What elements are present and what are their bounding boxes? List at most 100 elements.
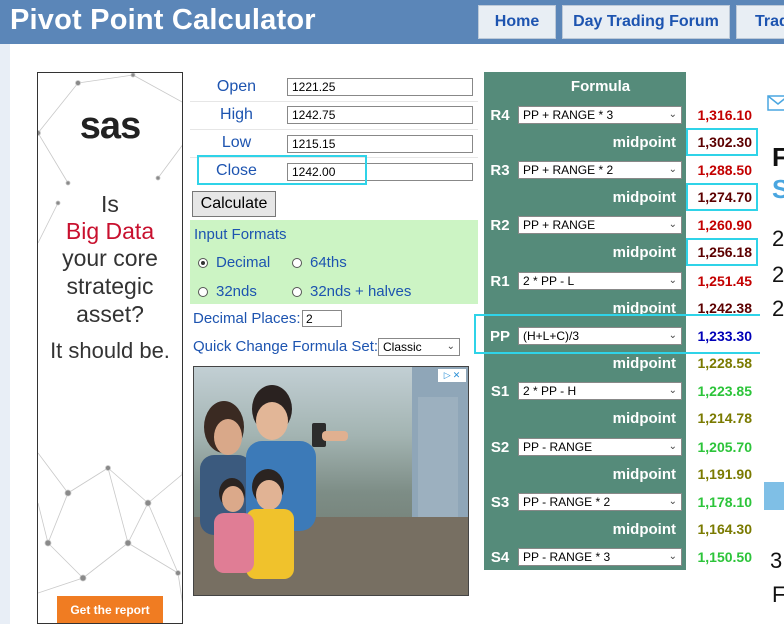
ad-left-banner[interactable]: sas Is Big Data your core strategic asse…: [37, 72, 183, 624]
ad-right-text: F: [772, 582, 784, 607]
close-input[interactable]: [287, 163, 473, 181]
ad-line-3: your core: [62, 245, 158, 271]
ad-right-text: 2: [772, 262, 784, 287]
site-title: Pivot Point Calculator: [10, 4, 316, 36]
low-label: Low: [221, 134, 252, 151]
level-value-r1: 1,251.45: [686, 268, 754, 294]
level-value-s3: 1,178.10: [686, 489, 754, 515]
chevron-down-icon: ⌄: [668, 385, 677, 396]
formula-select-r1[interactable]: 2 * PP - L ⌄: [518, 272, 682, 290]
input-formats-title: Input Formats: [194, 226, 287, 243]
chevron-down-icon: ⌄: [446, 341, 455, 352]
chevron-down-icon: ⌄: [668, 109, 677, 120]
ad-line-5: asset?: [76, 301, 144, 327]
high-input[interactable]: [287, 106, 473, 124]
midpoint-label: midpoint: [612, 299, 676, 317]
ad-right-image: [764, 482, 784, 510]
ad-right-text: S: [772, 174, 784, 204]
level-value-s1: 1,223.85: [686, 378, 754, 404]
formula-set-label: Quick Change Formula Set:: [193, 338, 379, 355]
level-label-r4: R4: [490, 106, 510, 124]
midpoint-value: 1,242.38: [686, 296, 754, 320]
formula-select-s3[interactable]: PP - RANGE * 2 ⌄: [518, 493, 682, 511]
level-label-s4: S4: [490, 548, 510, 566]
radio-selected-icon: [198, 257, 208, 268]
formula-set-select[interactable]: Classic ⌄: [378, 338, 460, 356]
formula-select-s2[interactable]: PP - RANGE ⌄: [518, 438, 682, 456]
level-label-pp: PP: [489, 327, 510, 345]
midpoint-label: midpoint: [612, 133, 676, 151]
open-label: Open: [216, 78, 257, 95]
level-value-s4: 1,150.50: [686, 544, 754, 570]
ad-line-6: It should be.: [50, 338, 170, 363]
nav-trading[interactable]: Trad: [736, 5, 784, 39]
midpoint-label: midpoint: [612, 465, 676, 483]
ad-right-banner[interactable]: F S 2 2 2 3 F: [760, 72, 784, 624]
sas-logo: sas: [79, 105, 141, 147]
ad-line-4: strategic: [66, 273, 154, 299]
ad-photo-banner[interactable]: ▷ ✕: [193, 366, 469, 596]
family-selfie-image: [194, 367, 468, 595]
midpoint-value: 1,274.70: [686, 185, 754, 209]
midpoint-value: 1,164.30: [686, 517, 754, 541]
radio-32nds-halves[interactable]: 32nds + halves: [292, 283, 411, 300]
nav-day-trading-forum[interactable]: Day Trading Forum: [562, 5, 730, 39]
ad-line-2: Big Data: [65, 218, 155, 244]
close-label: Close: [216, 162, 257, 179]
mail-icon: [767, 95, 784, 111]
midpoint-label: midpoint: [612, 243, 676, 261]
ad-right-text: 2: [772, 296, 784, 321]
radio-64ths[interactable]: 64ths: [292, 254, 347, 271]
adchoices-icon: ▷: [443, 370, 451, 380]
decimal-places-label: Decimal Places:: [193, 310, 301, 327]
formula-select-s1[interactable]: 2 * PP - H ⌄: [518, 382, 682, 400]
formula-select-r4[interactable]: PP + RANGE * 3 ⌄: [518, 106, 682, 124]
level-label-r1: R1: [490, 272, 510, 290]
ad-right-text: 3: [770, 548, 783, 573]
low-input[interactable]: [287, 135, 473, 153]
ad-line-1: Is: [101, 191, 119, 217]
midpoint-label: midpoint: [612, 354, 676, 372]
level-label-s3: S3: [490, 493, 510, 511]
adchoices-badge[interactable]: ▷ ✕: [438, 369, 466, 382]
get-report-button[interactable]: Get the report: [57, 596, 163, 623]
ad-right-text: 2: [772, 226, 784, 251]
close-icon: ✕: [452, 370, 461, 380]
level-label-s2: S2: [490, 438, 510, 456]
level-value-r2: 1,260.90: [686, 212, 754, 238]
main-content: sas Is Big Data your core strategic asse…: [10, 44, 784, 624]
formula-select-s4[interactable]: PP - RANGE * 3 ⌄: [518, 548, 682, 566]
radio-icon: [292, 286, 302, 297]
level-label-s1: S1: [490, 382, 510, 400]
chevron-down-icon: ⌄: [668, 219, 677, 230]
radio-icon: [292, 257, 302, 268]
radio-32nds[interactable]: 32nds: [198, 283, 257, 300]
chevron-down-icon: ⌄: [668, 496, 677, 507]
midpoint-value: 1,191.90: [686, 462, 754, 486]
midpoint-value: 1,302.30: [686, 130, 754, 154]
midpoint-label: midpoint: [612, 188, 676, 206]
level-value-r3: 1,288.50: [686, 157, 754, 183]
level-label-r2: R2: [490, 216, 510, 234]
open-input[interactable]: [287, 78, 473, 96]
chevron-down-icon: ⌄: [668, 441, 677, 452]
midpoint-value: 1,256.18: [686, 240, 754, 264]
chevron-down-icon: ⌄: [668, 275, 677, 286]
calculate-button[interactable]: Calculate: [192, 191, 276, 217]
midpoint-label: midpoint: [612, 409, 676, 427]
chevron-down-icon: ⌄: [668, 330, 677, 341]
ad-right-text: F: [772, 142, 784, 172]
formula-header: Formula: [570, 77, 631, 95]
decimal-places-input[interactable]: [302, 310, 342, 327]
formula-select-pp[interactable]: (H+L+C)/3 ⌄: [518, 327, 682, 345]
nav-home[interactable]: Home: [478, 5, 556, 39]
midpoint-value: 1,214.78: [686, 406, 754, 430]
midpoint-label: midpoint: [612, 520, 676, 538]
midpoint-value: 1,228.58: [686, 351, 754, 375]
level-label-r3: R3: [490, 161, 510, 179]
radio-icon: [198, 286, 208, 297]
chevron-down-icon: ⌄: [668, 551, 677, 562]
formula-select-r3[interactable]: PP + RANGE * 2 ⌄: [518, 161, 682, 179]
formula-select-r2[interactable]: PP + RANGE ⌄: [518, 216, 682, 234]
radio-decimal[interactable]: Decimal: [198, 254, 270, 271]
